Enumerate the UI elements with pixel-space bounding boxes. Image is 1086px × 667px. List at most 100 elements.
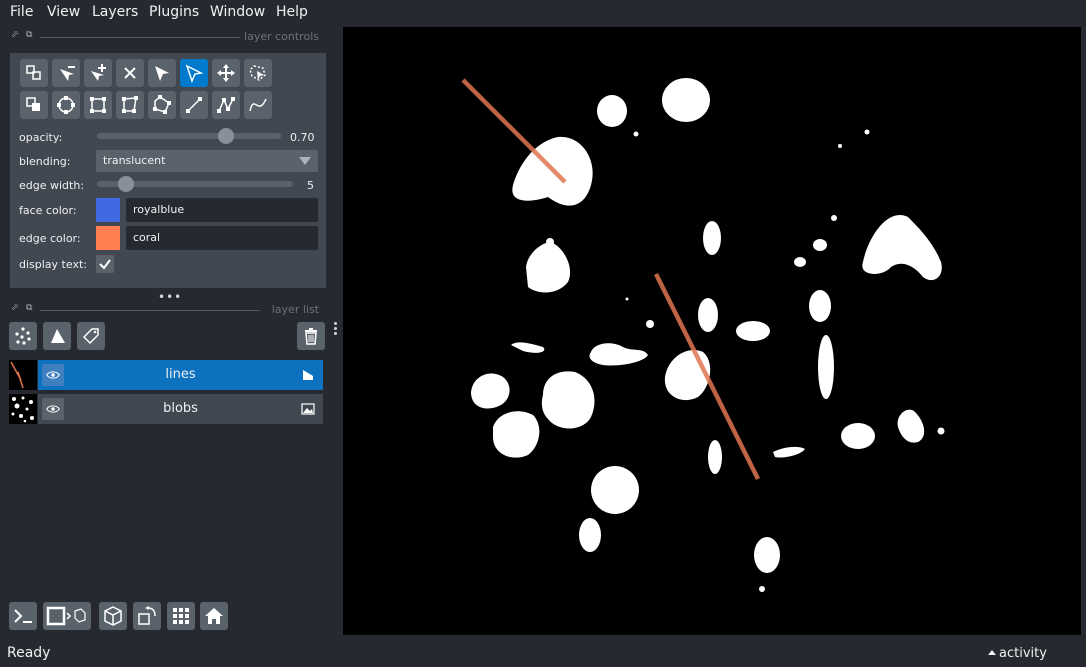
visibility-toggle[interactable] xyxy=(42,364,64,386)
blending-value: translucent xyxy=(103,154,166,167)
opacity-slider-handle[interactable] xyxy=(217,128,234,144)
face-color-swatch[interactable] xyxy=(96,198,120,222)
add-vertex-icon[interactable] xyxy=(84,59,112,87)
visibility-toggle[interactable] xyxy=(42,398,64,420)
edge-color-field[interactable]: coral xyxy=(126,226,318,250)
splitter-handle[interactable]: ••• xyxy=(158,290,182,304)
activity-label: activity xyxy=(999,646,1047,661)
close-dock-icon[interactable]: ⧉ xyxy=(26,30,32,40)
layer-controls-header: ⬀ ⧉ layer controls xyxy=(8,30,323,44)
layer-list-header: ⬀ ⧉ layer list xyxy=(8,303,323,317)
edge-color-label: edge color: xyxy=(19,232,81,245)
rectangle-icon[interactable] xyxy=(84,91,112,119)
console-button[interactable] xyxy=(9,602,37,630)
new-labels-layer-button[interactable] xyxy=(77,322,105,350)
line-shape[interactable] xyxy=(461,78,567,184)
menu-help[interactable]: Help xyxy=(276,4,308,20)
lasso-select-icon[interactable] xyxy=(244,59,272,87)
select-shape-icon[interactable] xyxy=(148,59,176,87)
terminal-icon xyxy=(14,609,32,623)
lines-layer xyxy=(461,78,761,481)
divider xyxy=(40,310,260,311)
tag-icon xyxy=(82,328,99,345)
layer-name[interactable]: blobs xyxy=(68,401,293,416)
roll-dimensions-button[interactable] xyxy=(99,602,127,630)
blending-dropdown[interactable]: translucent xyxy=(96,150,318,172)
select-vertices-icon[interactable] xyxy=(20,59,48,87)
layer-row-blobs[interactable]: blobs xyxy=(8,394,323,424)
new-shapes-layer-button[interactable] xyxy=(43,322,71,350)
layer-controls-title: layer controls xyxy=(244,30,319,43)
points-icon xyxy=(15,327,31,345)
to-back-icon[interactable] xyxy=(20,91,48,119)
layer-controls-panel: opacity: 0.70 blending: translucent edge… xyxy=(10,53,326,288)
ndisplay-button[interactable] xyxy=(43,602,91,630)
float-icon[interactable]: ⬀ xyxy=(11,30,19,40)
move-icon[interactable] xyxy=(212,59,240,87)
activity-button[interactable]: activity xyxy=(988,646,1047,661)
face-color-value: royalblue xyxy=(133,203,185,216)
edge-color-swatch[interactable] xyxy=(96,226,120,250)
chevron-up-icon xyxy=(988,650,996,655)
lasso-polygon-icon[interactable] xyxy=(148,91,176,119)
transpose-button[interactable] xyxy=(133,602,161,630)
2d-3d-toggle-icon xyxy=(46,606,86,626)
layer-row-body[interactable]: lines xyxy=(38,360,323,390)
viewer-canvas[interactable] xyxy=(343,27,1081,635)
divider xyxy=(40,37,240,38)
edge-color-value: coral xyxy=(133,231,161,244)
eye-icon xyxy=(46,405,60,413)
chevron-down-icon xyxy=(299,157,311,165)
grid-view-button[interactable] xyxy=(167,602,195,630)
path-icon[interactable] xyxy=(212,91,240,119)
edge-width-slider-handle[interactable] xyxy=(118,176,134,192)
more-options-icon[interactable] xyxy=(333,322,339,337)
layer-name[interactable]: lines xyxy=(68,367,293,382)
menu-bar: File View Layers Plugins Window Help xyxy=(0,0,1086,24)
bezier-path-icon[interactable] xyxy=(244,91,272,119)
opacity-label: opacity: xyxy=(19,131,63,144)
edge-width-value: 5 xyxy=(307,179,314,192)
close-dock-icon[interactable]: ⧉ xyxy=(26,303,32,313)
eye-icon xyxy=(46,371,60,379)
face-color-label: face color: xyxy=(19,204,77,217)
home-button[interactable] xyxy=(200,602,228,630)
menu-plugins[interactable]: Plugins xyxy=(149,4,199,20)
grid-icon xyxy=(173,608,189,624)
delete-shape-icon[interactable] xyxy=(116,59,144,87)
delete-layer-button[interactable] xyxy=(297,322,325,350)
menu-file[interactable]: File xyxy=(10,4,33,20)
layer-list-title: layer list xyxy=(271,303,319,316)
transpose-icon xyxy=(138,606,156,625)
menu-window[interactable]: Window xyxy=(210,4,265,20)
shapes-icon xyxy=(303,370,313,380)
remove-vertex-icon[interactable] xyxy=(52,59,80,87)
trash-icon xyxy=(305,328,317,345)
menu-layers[interactable]: Layers xyxy=(92,4,138,20)
display-text-label: display text: xyxy=(19,258,87,271)
face-color-field[interactable]: royalblue xyxy=(126,198,318,222)
polygon-icon[interactable] xyxy=(116,91,144,119)
checkmark-icon xyxy=(99,259,111,270)
layer-thumbnail xyxy=(9,394,37,424)
cube-icon xyxy=(104,606,122,626)
opacity-slider[interactable] xyxy=(97,133,281,139)
display-text-checkbox[interactable] xyxy=(96,255,114,273)
image-icon xyxy=(301,403,315,415)
layer-thumbnail xyxy=(9,360,37,390)
ellipse-icon[interactable] xyxy=(52,91,80,119)
direct-select-icon[interactable] xyxy=(180,59,208,87)
line-shape[interactable] xyxy=(653,272,761,481)
blending-label: blending: xyxy=(19,155,71,168)
shapes-icon xyxy=(51,329,65,343)
new-points-layer-button[interactable] xyxy=(9,322,37,350)
edge-width-label: edge width: xyxy=(19,179,85,192)
home-icon xyxy=(205,608,223,624)
float-icon[interactable]: ⬀ xyxy=(11,303,19,313)
status-text: Ready xyxy=(7,645,51,661)
opacity-value: 0.70 xyxy=(290,131,315,144)
menu-view[interactable]: View xyxy=(47,4,80,20)
layer-row-lines[interactable]: lines xyxy=(8,360,323,390)
layer-row-body[interactable]: blobs xyxy=(38,394,323,424)
line-icon[interactable] xyxy=(180,91,208,119)
